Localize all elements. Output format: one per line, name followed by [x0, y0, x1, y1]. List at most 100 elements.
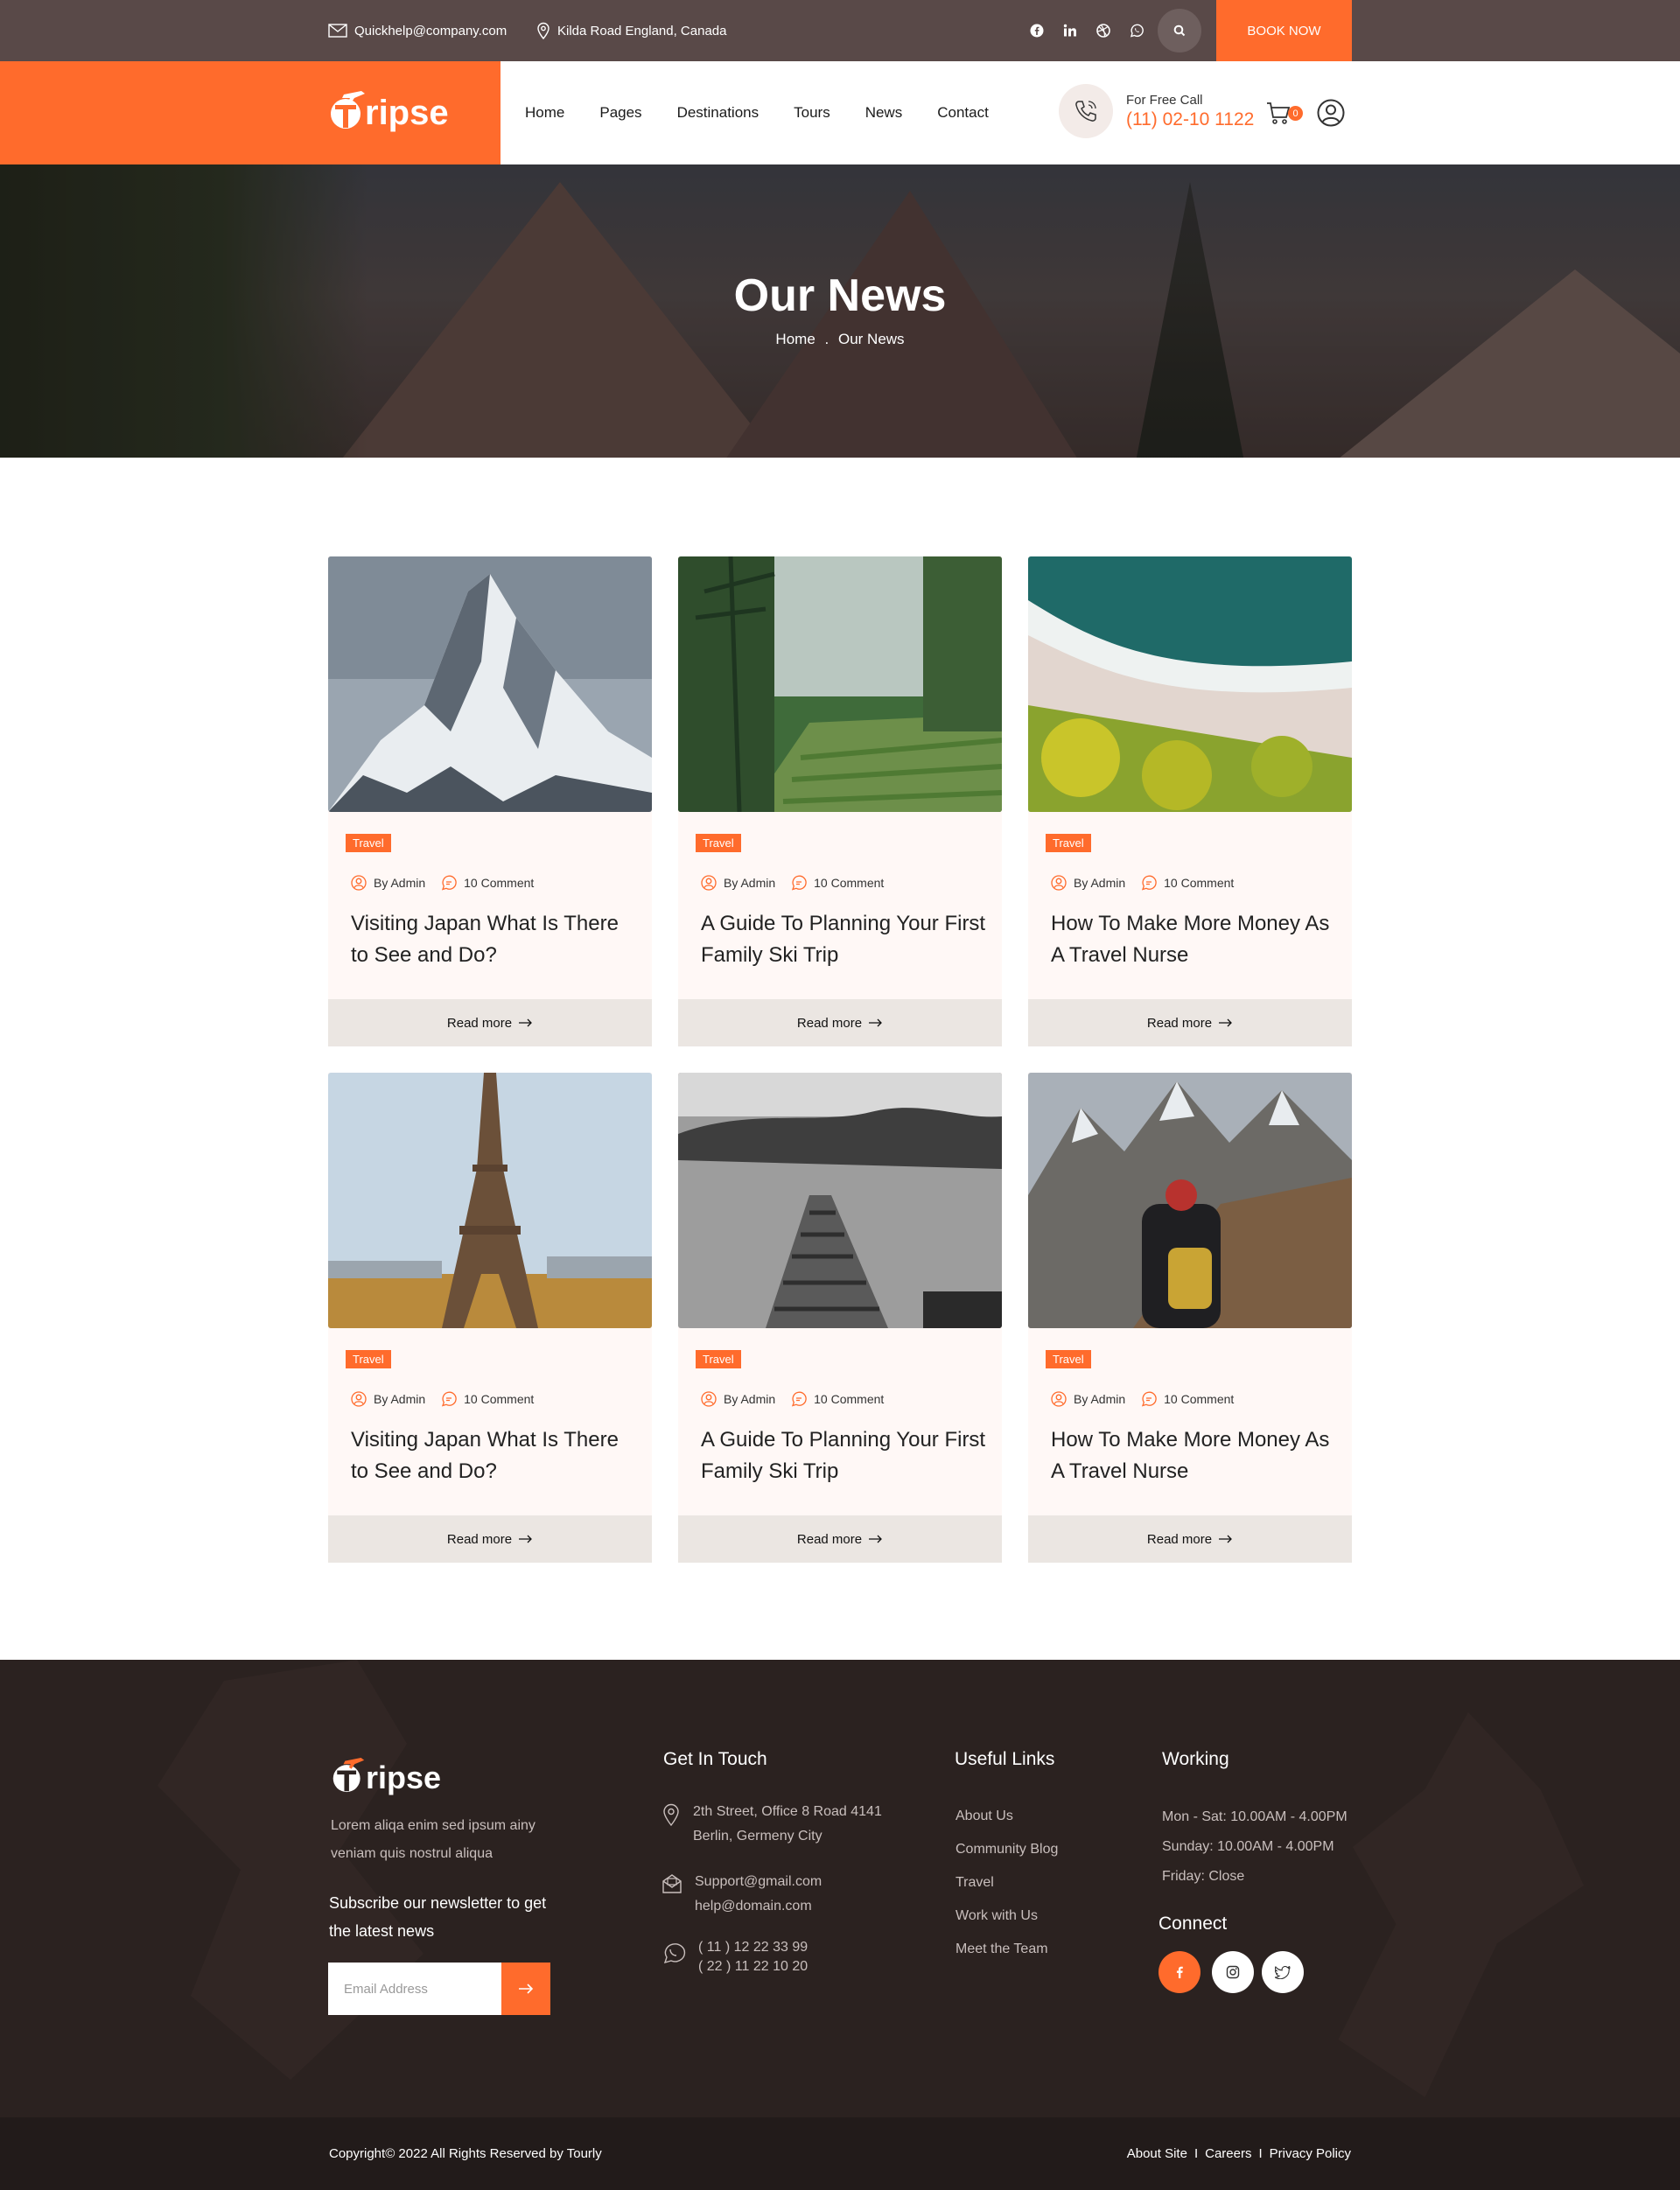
arrow-right-icon: [1219, 1532, 1233, 1547]
bottom-link-privacy-policy[interactable]: Privacy Policy: [1270, 2146, 1351, 2161]
news-card-category-tag[interactable]: Travel: [696, 1350, 741, 1368]
logo[interactable]: ripse: [328, 87, 449, 133]
news-card-author[interactable]: By Admin: [351, 875, 425, 891]
user-icon: [1051, 1391, 1067, 1407]
cart-button[interactable]: 0: [1265, 101, 1303, 129]
hours-mon-sat: Mon - Sat: 10.00AM - 4.00PM: [1162, 1809, 1348, 1824]
free-call[interactable]: For Free Call (11) 02-10 1122: [1059, 84, 1254, 138]
nav-tours[interactable]: Tours: [794, 104, 830, 122]
news-card-author[interactable]: By Admin: [701, 1391, 775, 1407]
free-call-number[interactable]: (11) 02-10 1122: [1126, 109, 1254, 130]
linkedin-icon[interactable]: [1061, 22, 1079, 39]
main-nav: Home Pages Destinations Tours News Conta…: [525, 61, 1024, 164]
news-card-comments[interactable]: 10 Comment: [791, 1391, 884, 1407]
read-more-button[interactable]: Read more: [678, 1515, 1002, 1563]
news-card-comments[interactable]: 10 Comment: [441, 875, 534, 891]
breadcrumb-separator: .: [824, 331, 830, 347]
useful-links-list: About Us Community Blog Travel Work with…: [956, 1800, 1058, 1966]
news-card-title[interactable]: How To Make More Money As A Travel Nurse: [1051, 908, 1340, 971]
email-support[interactable]: Support@gmail.com: [695, 1870, 822, 1894]
news-card-category-tag[interactable]: Travel: [1046, 1350, 1091, 1368]
news-card: Travel By Admin 10 Comment Visiting Japan W…: [328, 1073, 652, 1563]
comment-icon: [1142, 1391, 1157, 1407]
search-icon: [1173, 24, 1186, 37]
news-card-author[interactable]: By Admin: [701, 875, 775, 891]
news-card-author[interactable]: By Admin: [1051, 1391, 1125, 1407]
nav-destinations[interactable]: Destinations: [677, 104, 760, 122]
breadcrumb-home[interactable]: Home: [775, 331, 815, 347]
arrow-right-icon: [519, 1532, 533, 1547]
footer-link-about-us[interactable]: About Us: [956, 1800, 1058, 1833]
bottom-links: About Site I Careers I Privacy Policy: [1127, 2117, 1351, 2190]
news-card-category-tag[interactable]: Travel: [1046, 834, 1091, 852]
facebook-icon[interactable]: [1028, 22, 1046, 39]
bottom-separator: I: [1194, 2146, 1199, 2161]
news-card-comments[interactable]: 10 Comment: [441, 1391, 534, 1407]
bottom-link-careers[interactable]: Careers: [1205, 2146, 1251, 2161]
footer-link-meet-the-team[interactable]: Meet the Team: [956, 1933, 1058, 1966]
working-hours: Mon - Sat: 10.00AM - 4.00PM Sunday: 10.0…: [1162, 1802, 1348, 1892]
breadcrumb: Home . Our News: [0, 331, 1680, 348]
news-card-author-text: By Admin: [724, 1392, 776, 1406]
newsletter-submit-button[interactable]: [501, 1963, 550, 2015]
footer-facebook-button[interactable]: [1158, 1951, 1200, 1993]
twitter-icon: [1275, 1965, 1291, 1979]
copyright: Copyright© 2022 All Rights Reserved by T…: [329, 2146, 602, 2161]
email-help[interactable]: help@domain.com: [695, 1894, 822, 1919]
news-card-category-tag[interactable]: Travel: [696, 834, 741, 852]
news-card-image[interactable]: [678, 556, 1002, 812]
nav-news[interactable]: News: [865, 104, 903, 122]
nav-pages[interactable]: Pages: [599, 104, 641, 122]
news-card-title[interactable]: Visiting Japan What Is There to See and …: [351, 1424, 640, 1487]
news-card-author[interactable]: By Admin: [1051, 875, 1125, 891]
footer-twitter-button[interactable]: [1262, 1951, 1304, 1993]
bottom-link-about-site[interactable]: About Site: [1127, 2146, 1187, 2161]
news-card-image[interactable]: [1028, 1073, 1352, 1328]
read-more-button[interactable]: Read more: [1028, 1515, 1352, 1563]
news-card-title[interactable]: Visiting Japan What Is There to See and …: [351, 908, 640, 971]
topbar-email[interactable]: Quickhelp@company.com: [328, 0, 507, 61]
read-more-button[interactable]: Read more: [1028, 999, 1352, 1046]
footer-link-travel[interactable]: Travel: [956, 1866, 1058, 1900]
book-now-button[interactable]: BOOK NOW: [1216, 0, 1352, 61]
nav-contact[interactable]: Contact: [937, 104, 989, 122]
topbar-address-text: Kilda Road England, Canada: [557, 23, 727, 38]
news-card-comments[interactable]: 10 Comment: [791, 875, 884, 891]
read-more-button[interactable]: Read more: [678, 999, 1002, 1046]
footer-logo[interactable]: ripse: [331, 1754, 441, 1796]
phone-2[interactable]: ( 22 ) 11 22 10 20: [698, 1957, 808, 1977]
newsletter-email-input[interactable]: Email Address: [328, 1963, 501, 2015]
news-card-title[interactable]: A Guide To Planning Your First Family Sk…: [701, 908, 990, 971]
whatsapp-icon[interactable]: [1128, 22, 1145, 39]
read-more-button[interactable]: Read more: [328, 1515, 652, 1563]
read-more-button[interactable]: Read more: [328, 999, 652, 1046]
news-card-comments[interactable]: 10 Comment: [1141, 875, 1234, 891]
user-account-button[interactable]: [1317, 99, 1345, 131]
dribbble-icon[interactable]: [1095, 22, 1112, 39]
news-card-title[interactable]: How To Make More Money As A Travel Nurse: [1051, 1424, 1340, 1487]
footer-instagram-button[interactable]: [1212, 1951, 1254, 1993]
free-call-label: For Free Call: [1126, 92, 1203, 108]
topbar-address: Kilda Road England, Canada: [536, 0, 726, 61]
news-card-category-tag[interactable]: Travel: [346, 1350, 391, 1368]
search-button[interactable]: [1158, 9, 1201, 52]
footer-link-work-with-us[interactable]: Work with Us: [956, 1900, 1058, 1933]
news-card-image[interactable]: [328, 556, 652, 812]
news-card-title[interactable]: A Guide To Planning Your First Family Sk…: [701, 1424, 990, 1487]
news-card-comments-text: 10 Comment: [814, 876, 885, 890]
news-card-meta: By Admin 10 Comment: [1051, 875, 1250, 891]
news-card-image[interactable]: [678, 1073, 1002, 1328]
phone-1[interactable]: ( 11 ) 12 22 33 99: [698, 1938, 808, 1957]
footer-link-community-blog[interactable]: Community Blog: [956, 1833, 1058, 1866]
instagram-icon: [1226, 1965, 1240, 1979]
news-card-image[interactable]: [1028, 556, 1352, 812]
footer-bg-map: [1338, 1712, 1584, 2097]
hours-friday: Friday: Close: [1162, 1869, 1245, 1884]
news-card-comments[interactable]: 10 Comment: [1141, 1391, 1234, 1407]
news-card-category-tag[interactable]: Travel: [346, 834, 391, 852]
news-card-image[interactable]: [328, 1073, 652, 1328]
nav-home[interactable]: Home: [525, 104, 564, 122]
hours-sunday: Sunday: 10.00AM - 4.00PM: [1162, 1839, 1334, 1854]
news-card-author[interactable]: By Admin: [351, 1391, 425, 1407]
breadcrumb-current: Our News: [837, 331, 905, 347]
